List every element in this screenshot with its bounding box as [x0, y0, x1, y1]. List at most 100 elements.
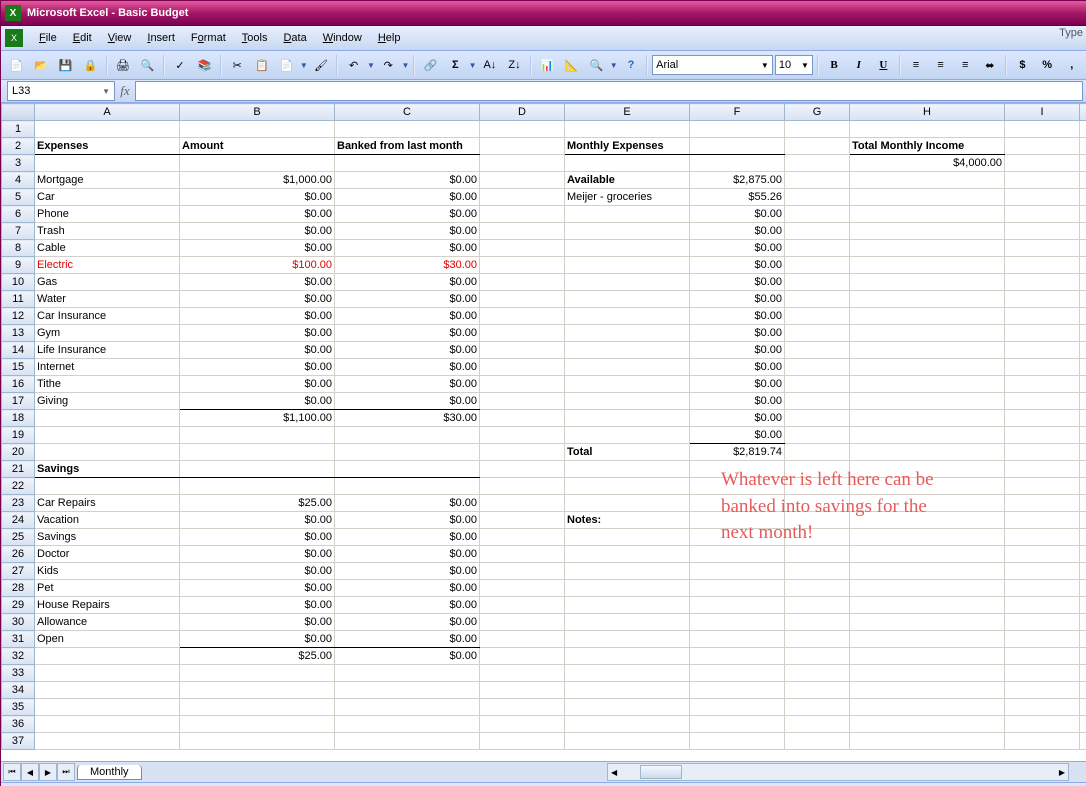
cell-I7[interactable] — [1005, 223, 1080, 240]
cell-G10[interactable] — [785, 274, 850, 291]
cell-C12[interactable]: $0.00 — [335, 308, 480, 325]
cell-I5[interactable] — [1005, 189, 1080, 206]
cell-C24[interactable]: $0.00 — [335, 512, 480, 529]
cell-C16[interactable]: $0.00 — [335, 376, 480, 393]
col-header-J[interactable]: J — [1080, 104, 1086, 121]
cell-J6[interactable] — [1080, 206, 1086, 223]
cut-icon[interactable]: ✂ — [226, 53, 249, 77]
cell-A28[interactable]: Pet — [35, 580, 180, 597]
tab-next-icon[interactable]: ▶ — [39, 763, 57, 781]
cell-E36[interactable] — [565, 716, 690, 733]
cell-G21[interactable] — [785, 461, 850, 478]
cell-D22[interactable] — [480, 478, 565, 495]
cell-F12[interactable]: $0.00 — [690, 308, 785, 325]
cell-A5[interactable]: Car — [35, 189, 180, 206]
cell-H1[interactable] — [850, 121, 1005, 138]
open-icon[interactable]: 📂 — [30, 53, 53, 77]
row-header-20[interactable]: 20 — [2, 444, 35, 461]
cell-E16[interactable] — [565, 376, 690, 393]
cell-I29[interactable] — [1005, 597, 1080, 614]
cell-H2[interactable]: Total Monthly Income — [850, 138, 1005, 155]
cell-E3[interactable] — [565, 155, 690, 172]
cell-F25[interactable] — [690, 529, 785, 546]
row-header-22[interactable]: 22 — [2, 478, 35, 495]
cell-J25[interactable] — [1080, 529, 1086, 546]
cell-C33[interactable] — [335, 665, 480, 682]
cell-D13[interactable] — [480, 325, 565, 342]
cell-E20[interactable]: Total — [565, 444, 690, 461]
cell-F33[interactable] — [690, 665, 785, 682]
cell-H11[interactable] — [850, 291, 1005, 308]
cell-I27[interactable] — [1005, 563, 1080, 580]
cell-E13[interactable] — [565, 325, 690, 342]
cell-F35[interactable] — [690, 699, 785, 716]
cell-E17[interactable] — [565, 393, 690, 410]
cell-I13[interactable] — [1005, 325, 1080, 342]
row-header-21[interactable]: 21 — [2, 461, 35, 478]
research-icon[interactable]: 📚 — [193, 53, 216, 77]
cell-A4[interactable]: Mortgage — [35, 172, 180, 189]
cell-D17[interactable] — [480, 393, 565, 410]
cell-E21[interactable] — [565, 461, 690, 478]
cell-E29[interactable] — [565, 597, 690, 614]
cell-J27[interactable] — [1080, 563, 1086, 580]
cell-B8[interactable]: $0.00 — [180, 240, 335, 257]
cell-C15[interactable]: $0.00 — [335, 359, 480, 376]
cell-G33[interactable] — [785, 665, 850, 682]
cell-C25[interactable]: $0.00 — [335, 529, 480, 546]
cell-G6[interactable] — [785, 206, 850, 223]
cell-A18[interactable] — [35, 410, 180, 427]
cell-E37[interactable] — [565, 733, 690, 750]
horizontal-scrollbar[interactable]: ◀ ▶ — [607, 763, 1069, 781]
fx-icon[interactable]: fx — [115, 83, 135, 99]
cell-D35[interactable] — [480, 699, 565, 716]
cell-I11[interactable] — [1005, 291, 1080, 308]
cell-J15[interactable] — [1080, 359, 1086, 376]
cell-E7[interactable] — [565, 223, 690, 240]
cell-D23[interactable] — [480, 495, 565, 512]
cell-I32[interactable] — [1005, 648, 1080, 665]
cell-C30[interactable]: $0.00 — [335, 614, 480, 631]
cell-A25[interactable]: Savings — [35, 529, 180, 546]
cell-C32[interactable]: $0.00 — [335, 648, 480, 665]
cell-E26[interactable] — [565, 546, 690, 563]
cell-C27[interactable]: $0.00 — [335, 563, 480, 580]
cell-F32[interactable] — [690, 648, 785, 665]
cell-F8[interactable]: $0.00 — [690, 240, 785, 257]
cell-C3[interactable] — [335, 155, 480, 172]
merge-icon[interactable]: ⬌ — [979, 53, 1002, 77]
menu-view[interactable]: View — [100, 29, 140, 47]
cell-H12[interactable] — [850, 308, 1005, 325]
cell-F37[interactable] — [690, 733, 785, 750]
cell-G7[interactable] — [785, 223, 850, 240]
cell-C34[interactable] — [335, 682, 480, 699]
row-header-32[interactable]: 32 — [2, 648, 35, 665]
cell-B30[interactable]: $0.00 — [180, 614, 335, 631]
cell-D14[interactable] — [480, 342, 565, 359]
chart-icon[interactable]: 📊 — [536, 53, 559, 77]
cell-I37[interactable] — [1005, 733, 1080, 750]
cell-B28[interactable]: $0.00 — [180, 580, 335, 597]
cell-F3[interactable] — [690, 155, 785, 172]
col-header-D[interactable]: D — [480, 104, 565, 121]
cell-I12[interactable] — [1005, 308, 1080, 325]
cell-A34[interactable] — [35, 682, 180, 699]
cell-E32[interactable] — [565, 648, 690, 665]
cell-G37[interactable] — [785, 733, 850, 750]
cell-F17[interactable]: $0.00 — [690, 393, 785, 410]
cell-H8[interactable] — [850, 240, 1005, 257]
cell-F4[interactable]: $2,875.00 — [690, 172, 785, 189]
cell-H21[interactable] — [850, 461, 1005, 478]
cell-G15[interactable] — [785, 359, 850, 376]
cell-D26[interactable] — [480, 546, 565, 563]
cell-A37[interactable] — [35, 733, 180, 750]
cell-J14[interactable] — [1080, 342, 1086, 359]
cell-G2[interactable] — [785, 138, 850, 155]
cell-I25[interactable] — [1005, 529, 1080, 546]
cell-H25[interactable] — [850, 529, 1005, 546]
cell-I21[interactable] — [1005, 461, 1080, 478]
cell-F27[interactable] — [690, 563, 785, 580]
row-header-16[interactable]: 16 — [2, 376, 35, 393]
cell-D19[interactable] — [480, 427, 565, 444]
row-header-12[interactable]: 12 — [2, 308, 35, 325]
